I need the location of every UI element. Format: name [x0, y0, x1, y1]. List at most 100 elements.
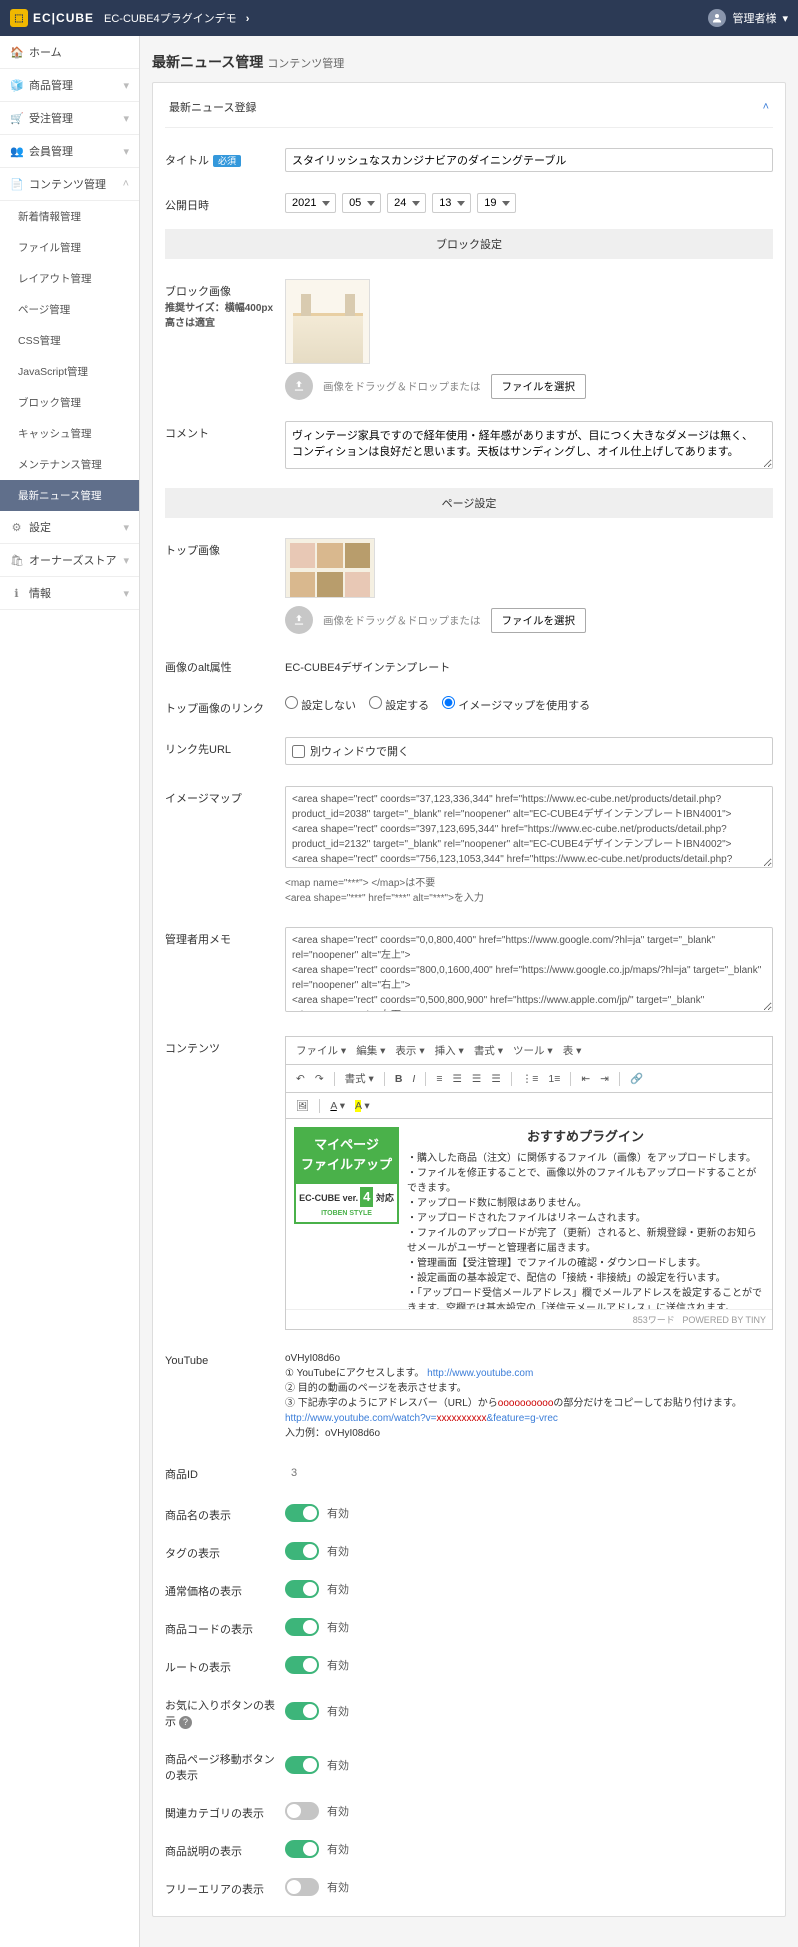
sidebar-sub-item[interactable]: メンテナンス管理 [0, 449, 139, 480]
sidebar-sub-item[interactable]: ブロック管理 [0, 387, 139, 418]
image-icon[interactable]: 🖼 [292, 1097, 313, 1114]
indent-icon[interactable]: ⇥ [596, 1071, 613, 1087]
toggle-switch[interactable] [285, 1542, 319, 1560]
editor-menu-item[interactable]: 表示 ▾ [391, 1041, 428, 1060]
editor-menu-item[interactable]: 編集 ▾ [352, 1041, 389, 1060]
undo-icon[interactable]: ↶ [292, 1071, 309, 1087]
sidebar-sub-item[interactable]: ファイル管理 [0, 232, 139, 263]
month-select[interactable]: 05 [342, 193, 381, 213]
adminmemo-textarea[interactable] [285, 927, 773, 1012]
number-list-icon[interactable]: 1≡ [544, 1071, 564, 1087]
home-icon: 🏠 [10, 46, 23, 59]
newwindow-checkbox[interactable] [292, 745, 305, 758]
bold-icon[interactable]: B [391, 1071, 407, 1087]
italic-icon[interactable]: I [408, 1071, 419, 1087]
radio-imagemap[interactable]: イメージマップを使用する [442, 700, 590, 712]
breadcrumb-arrow-icon: › [246, 13, 250, 25]
logo[interactable]: ⬚ EC|CUBE [10, 9, 94, 27]
switch-label: お気に入りボタンの表示? [165, 1693, 285, 1729]
toggle-switch[interactable] [285, 1618, 319, 1636]
chevron-icon: ˄ [123, 178, 129, 190]
toggle-switch[interactable] [285, 1878, 319, 1896]
sidebar-item-home[interactable]: 🏠ホーム [0, 36, 139, 69]
sidebar-sub-item[interactable]: JavaScript管理 [0, 356, 139, 387]
editor-menu-item[interactable]: 書式 ▾ [470, 1041, 507, 1060]
comment-textarea[interactable] [285, 421, 773, 469]
file-select-button[interactable]: ファイルを選択 [491, 608, 587, 633]
minute-select[interactable]: 19 [477, 193, 516, 213]
link-icon[interactable]: 🔗 [626, 1070, 647, 1087]
sidebar-sub-item[interactable]: レイアウト管理 [0, 263, 139, 294]
sidebar-item[interactable]: ℹ情報▾ [0, 577, 139, 610]
breadcrumb-site[interactable]: EC-CUBE4プラグインデモ [104, 13, 237, 25]
year-select[interactable]: 2021 [285, 193, 336, 213]
switch-label: 商品説明の表示 [165, 1839, 285, 1859]
editor-heading: おすすめプラグイン [407, 1127, 764, 1147]
switch-label: タグの表示 [165, 1541, 285, 1561]
bullet-list-icon[interactable]: ⋮≡ [518, 1071, 543, 1087]
toggle-switch[interactable] [285, 1702, 319, 1720]
toggle-switch[interactable] [285, 1656, 319, 1674]
redo-icon[interactable]: ↷ [311, 1071, 328, 1087]
youtube-help-3a: ③ 下記赤字のようにアドレスバー（URL）から [285, 1398, 498, 1409]
sidebar-sub-item[interactable]: CSS管理 [0, 325, 139, 356]
radio-set[interactable]: 設定する [369, 700, 429, 712]
radio-off[interactable]: 設定しない [285, 700, 356, 712]
sidebar-item[interactable]: 🛍オーナーズストア▾ [0, 544, 139, 577]
user-menu[interactable]: 管理者様 ▾ [708, 9, 788, 27]
youtube-label: YouTube [165, 1351, 285, 1441]
alt-label: 画像のalt属性 [165, 655, 285, 675]
sidebar-sub-item[interactable]: ページ管理 [0, 294, 139, 325]
file-select-button[interactable]: ファイルを選択 [491, 374, 587, 399]
outdent-icon[interactable]: ⇤ [577, 1071, 594, 1087]
sidebar-sub-item[interactable]: キャッシュ管理 [0, 418, 139, 449]
switch-label: 商品コードの表示 [165, 1617, 285, 1637]
align-left-icon[interactable]: ≡ [432, 1071, 446, 1087]
toggle-switch[interactable] [285, 1756, 319, 1774]
youtube-help-2: ② 目的の動画のページを表示させます。 [285, 1381, 773, 1396]
chevron-icon: ▾ [123, 587, 129, 600]
menu-icon: 📄 [10, 178, 23, 191]
toggle-switch[interactable] [285, 1840, 319, 1858]
format-select[interactable]: 書式 ▾ [341, 1069, 378, 1088]
dragdrop-text: 画像をドラッグ＆ドロップまたは [323, 379, 481, 394]
youtube-help-1: ① YouTubeにアクセスします。 [285, 1368, 424, 1379]
editor-content-area[interactable]: マイページファイルアップ EC-CUBE ver.4 対応ITOBEN STYL… [286, 1119, 772, 1309]
youtube-example-a: http://www.youtube.com/watch?v= [285, 1413, 436, 1424]
menu-icon: ℹ [10, 587, 23, 600]
help-icon[interactable]: ? [179, 1716, 192, 1729]
align-center-icon[interactable]: ☰ [448, 1071, 465, 1087]
editor-menu-item[interactable]: 表 ▾ [559, 1041, 586, 1060]
block-section-header: ブロック設定 [165, 229, 773, 259]
editor-toolbar-2: 🖼 A ▾ A ▾ [286, 1093, 772, 1119]
align-justify-icon[interactable]: ☰ [487, 1071, 504, 1087]
toggle-switch[interactable] [285, 1504, 319, 1522]
collapse-icon[interactable]: ˄ [763, 101, 769, 113]
sidebar-sub-item[interactable]: 新着情報管理 [0, 201, 139, 232]
editor-menu-item[interactable]: 挿入 ▾ [431, 1041, 468, 1060]
sidebar-item[interactable]: 📄コンテンツ管理˄ [0, 168, 139, 201]
switch-state-text: 有効 [327, 1505, 349, 1521]
hour-select[interactable]: 13 [432, 193, 471, 213]
imagemap-textarea[interactable] [285, 786, 773, 868]
menu-icon: 🛍 [10, 554, 23, 567]
editor-menu-item[interactable]: ツール ▾ [509, 1041, 557, 1060]
switch-state-text: 有効 [327, 1581, 349, 1597]
bg-color-icon[interactable]: A ▾ [351, 1098, 374, 1114]
day-select[interactable]: 24 [387, 193, 426, 213]
title-input[interactable] [285, 148, 773, 172]
text-color-icon[interactable]: A ▾ [326, 1098, 349, 1114]
toggle-switch[interactable] [285, 1580, 319, 1598]
youtube-link[interactable]: http://www.youtube.com [427, 1368, 533, 1379]
top-bar: ⬚ EC|CUBE EC-CUBE4プラグインデモ › 管理者様 ▾ [0, 0, 798, 36]
sidebar-item[interactable]: 🧊商品管理▾ [0, 69, 139, 102]
productid-input[interactable] [285, 1462, 425, 1484]
sidebar-sub-latest-news[interactable]: 最新ニュース管理 [0, 480, 139, 511]
adminmemo-label: 管理者用メモ [165, 927, 285, 1015]
editor-menu-item[interactable]: ファイル ▾ [292, 1041, 350, 1060]
sidebar-item[interactable]: 🛒受注管理▾ [0, 102, 139, 135]
sidebar-item[interactable]: ⚙設定▾ [0, 511, 139, 544]
align-right-icon[interactable]: ☰ [468, 1071, 485, 1087]
sidebar-item[interactable]: 👥会員管理▾ [0, 135, 139, 168]
toggle-switch[interactable] [285, 1802, 319, 1820]
